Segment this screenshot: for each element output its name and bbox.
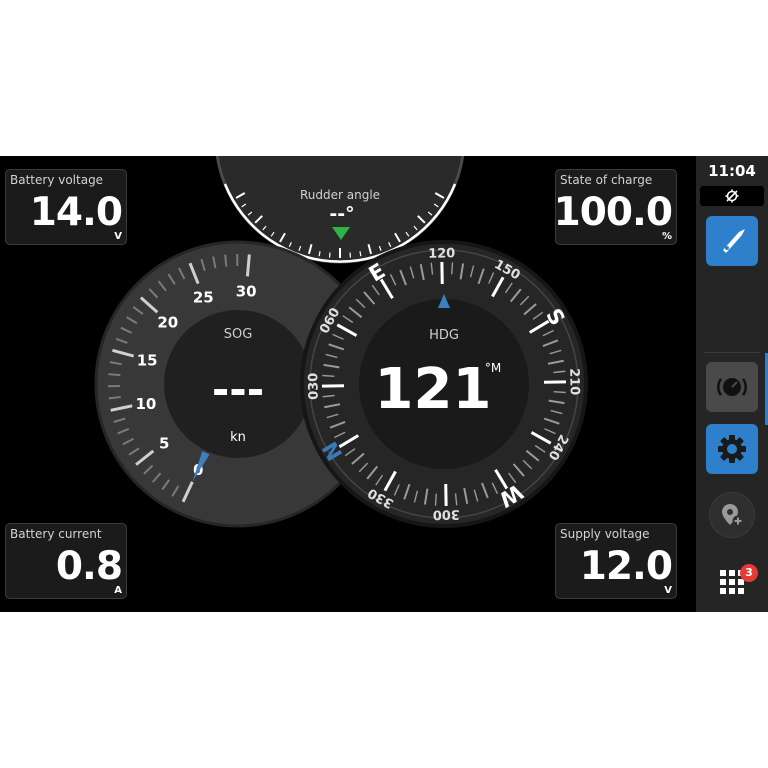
hdg-unit: °M bbox=[485, 361, 501, 375]
sog-scale-label: 25 bbox=[193, 289, 214, 307]
hdg-tick bbox=[322, 374, 335, 378]
tile-label: Battery voltage bbox=[10, 173, 104, 187]
hdg-value: 121 bbox=[375, 357, 492, 422]
sog-tick bbox=[108, 396, 121, 400]
battery-voltage-tile[interactable]: Battery voltage 14.0 V bbox=[5, 169, 127, 245]
tile-unit: V bbox=[664, 585, 672, 596]
settings-icon bbox=[718, 435, 746, 463]
rudder-tick bbox=[359, 251, 362, 257]
sidebar-divider bbox=[704, 352, 760, 353]
sidebar: 11:04 3 bbox=[696, 156, 768, 612]
tile-unit: V bbox=[114, 231, 122, 242]
navigation-button[interactable] bbox=[706, 216, 758, 266]
tile-unit: A bbox=[114, 585, 122, 596]
tile-value: 14.0 bbox=[29, 190, 123, 235]
navigation-icon bbox=[723, 229, 745, 253]
supply-voltage-tile[interactable]: Supply voltage 12.0 V bbox=[555, 523, 677, 599]
sog-scale-label: 15 bbox=[137, 352, 158, 370]
sog-scale-label: 30 bbox=[236, 282, 257, 300]
sog-tick bbox=[245, 254, 251, 277]
display-screen: Rudder angle --° 051015202530 SOG --- kn… bbox=[0, 156, 768, 612]
hdg-tick bbox=[434, 493, 438, 506]
rudder-label: Rudder angle bbox=[300, 188, 380, 202]
sog-value: --- bbox=[212, 365, 264, 414]
hdg-degree-label: 120 bbox=[428, 246, 455, 261]
battery-current-tile[interactable]: Battery current 0.8 A bbox=[5, 523, 127, 599]
apps-button[interactable]: 3 bbox=[710, 560, 758, 604]
hdg-tick bbox=[553, 390, 566, 394]
hdg-degree-label: 030 bbox=[306, 373, 321, 400]
tile-value: 0.8 bbox=[55, 544, 123, 589]
rudder-tick bbox=[318, 251, 321, 257]
rudder-value: --° bbox=[329, 203, 354, 225]
gps-status-indicator[interactable] bbox=[700, 186, 764, 206]
clock: 11:04 bbox=[708, 162, 756, 180]
gauge-icon bbox=[717, 378, 747, 396]
settings-button[interactable] bbox=[706, 424, 758, 474]
hdg-tick bbox=[450, 262, 454, 275]
sog-tick bbox=[108, 373, 121, 377]
sog-scale-label: 5 bbox=[159, 434, 169, 452]
sog-label: SOG bbox=[224, 327, 253, 342]
hdg-gauge[interactable]: NESW030060120150210240300330 HDG 121 °M bbox=[300, 240, 588, 528]
tile-unit: % bbox=[661, 231, 672, 242]
add-waypoint-button[interactable] bbox=[709, 492, 755, 538]
tile-value: 100.0 bbox=[553, 190, 673, 235]
sog-scale-label: 10 bbox=[136, 395, 157, 413]
add-waypoint-icon bbox=[722, 504, 744, 527]
notification-badge: 3 bbox=[740, 564, 758, 582]
tile-label: State of charge bbox=[560, 173, 653, 187]
tile-value: 12.0 bbox=[579, 544, 673, 589]
instruments-button[interactable] bbox=[706, 362, 758, 412]
hdg-degree-label: 300 bbox=[433, 506, 460, 521]
sog-tick bbox=[224, 254, 228, 267]
gps-off-icon bbox=[725, 189, 739, 203]
tile-label: Battery current bbox=[10, 527, 102, 541]
hdg-label: HDG bbox=[429, 328, 459, 343]
sog-scale-label: 20 bbox=[157, 314, 178, 332]
hdg-degree-label: 210 bbox=[566, 368, 581, 395]
tile-label: Supply voltage bbox=[560, 527, 650, 541]
sog-unit: kn bbox=[230, 430, 246, 445]
state-of-charge-tile[interactable]: State of charge 100.0 % bbox=[553, 169, 677, 245]
